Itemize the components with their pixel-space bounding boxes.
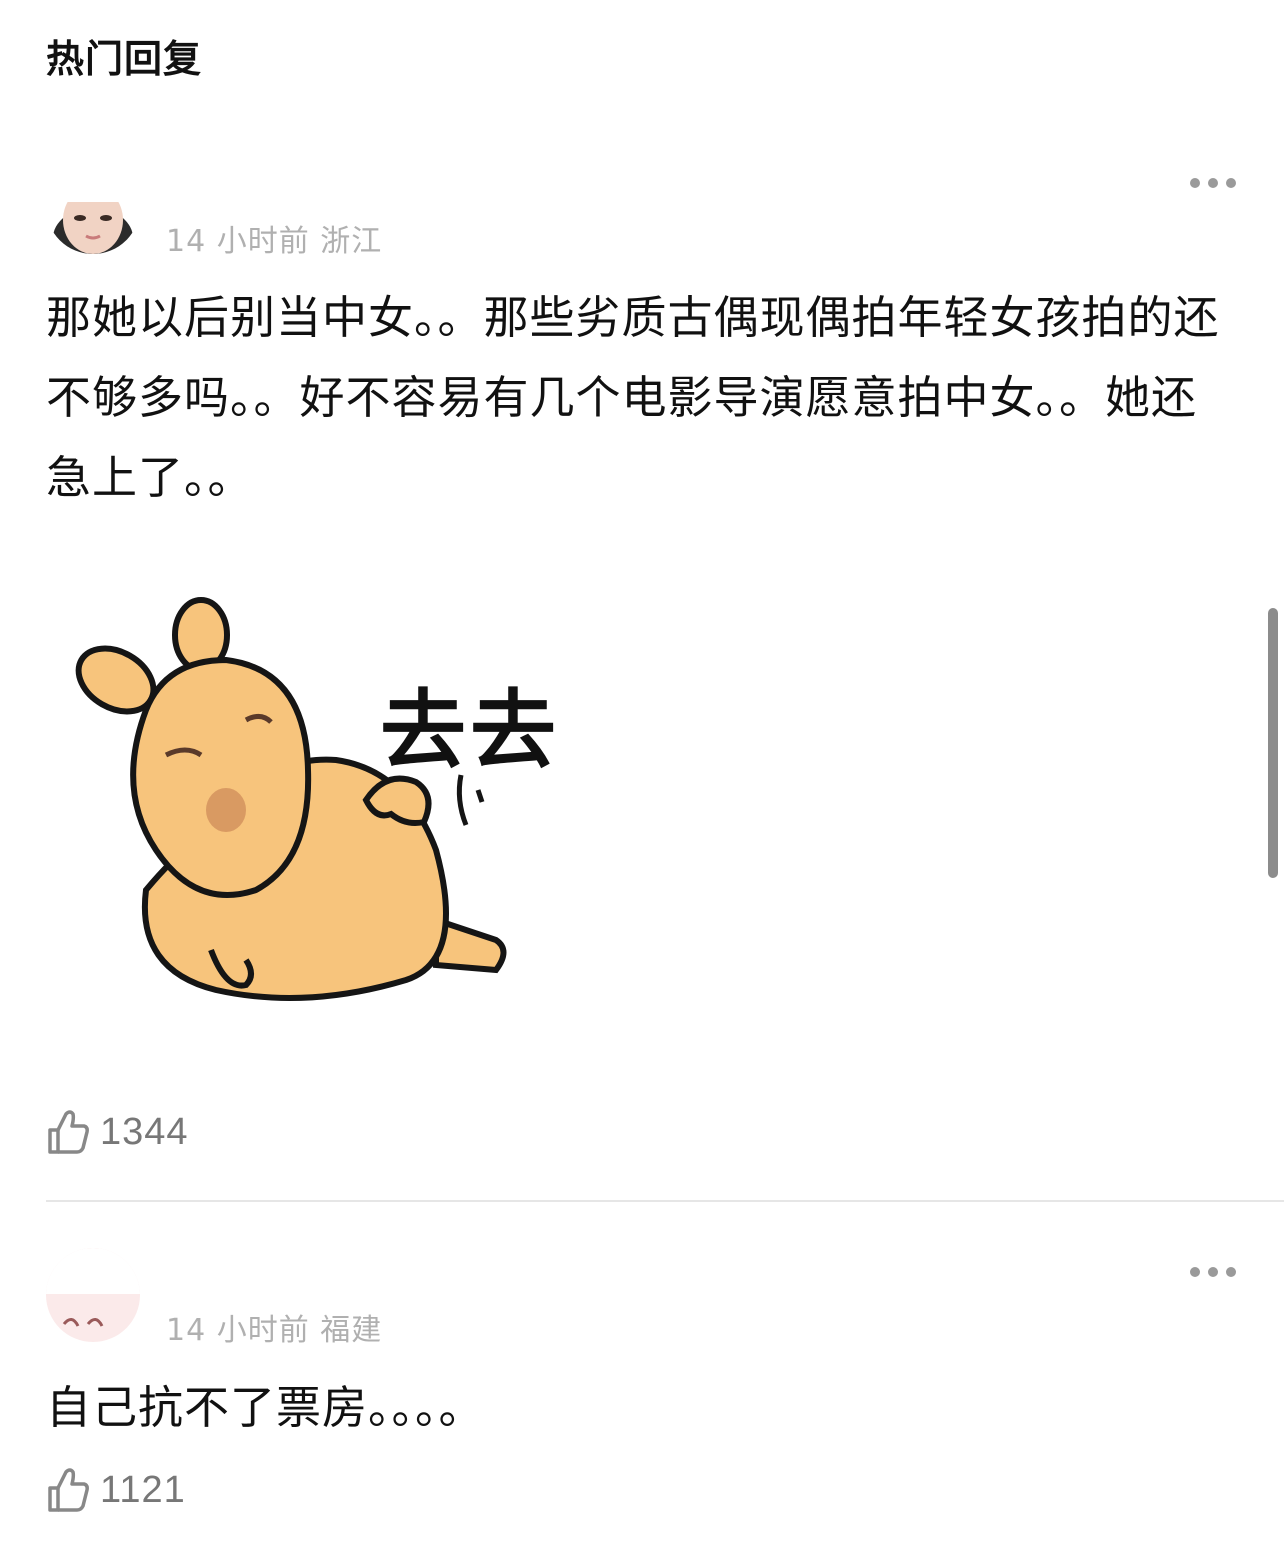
scrollbar[interactable]	[1268, 608, 1278, 878]
comment-location: 福建	[320, 1313, 383, 1348]
sticker-caption: 去去	[380, 681, 560, 781]
comment-text: 那她以后别当中女。。那些劣质古偶现偶拍年轻女孩拍的还不够多吗。。好不容易有几个电…	[46, 291, 1220, 504]
sticker-image[interactable]: 去去	[46, 590, 566, 1050]
more-dots-icon[interactable]	[1190, 1267, 1236, 1277]
thumbs-up-icon	[48, 1110, 89, 1154]
comment-location: 浙江	[320, 224, 383, 259]
comment-divider	[46, 1200, 1284, 1202]
section-title: 热门回复	[46, 37, 203, 81]
like-button[interactable]: 1344	[46, 1108, 189, 1156]
comment-meta: 14 小时前 浙江	[166, 216, 382, 260]
comment-time: 14 小时前	[166, 224, 310, 259]
avatar[interactable]	[46, 1248, 140, 1342]
avatar[interactable]	[46, 160, 140, 254]
like-count: 1121	[100, 1468, 186, 1511]
comment-time: 14 小时前	[166, 1313, 310, 1348]
capybara-sticker-drawing	[75, 597, 507, 1001]
like-count: 1344	[100, 1110, 189, 1153]
comment-text: 自己抗不了票房。。。。	[46, 1381, 485, 1434]
thumbs-up-icon	[48, 1468, 89, 1512]
like-button[interactable]: 1121	[46, 1466, 186, 1514]
comment-meta: 14 小时前 福建	[166, 1305, 382, 1349]
avatar-image	[46, 1248, 140, 1342]
avatar-image	[46, 160, 140, 254]
more-dots-icon[interactable]	[1190, 178, 1236, 188]
